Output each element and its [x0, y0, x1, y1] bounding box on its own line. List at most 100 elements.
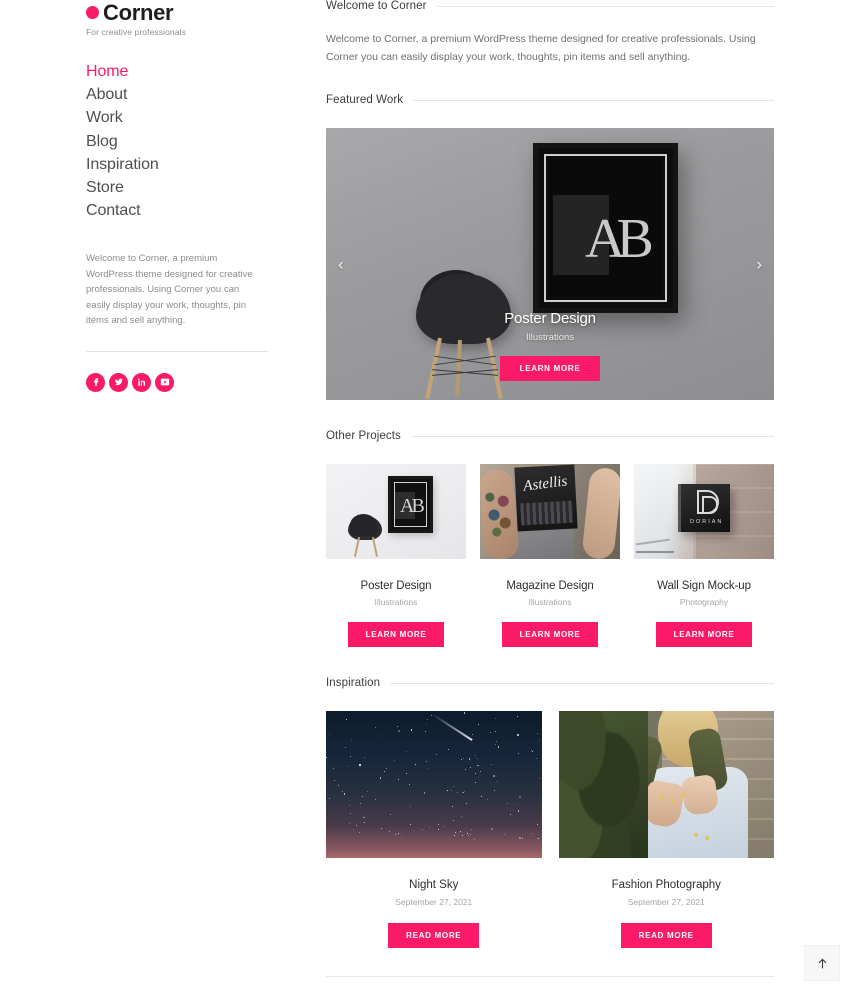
inspiration-thumbnail-fashion-photography[interactable]: [558, 711, 774, 858]
star-dot: [489, 731, 491, 733]
slide-learn-more-button[interactable]: LEARN MORE: [499, 356, 601, 381]
project-thumbnail-wall-sign-mockup[interactable]: DORIAN: [634, 464, 774, 559]
star-dot: [425, 731, 427, 733]
star-dot: [519, 796, 521, 798]
star-dot: [397, 833, 399, 835]
star-dot: [461, 792, 463, 794]
arrow-up-icon: [818, 958, 826, 968]
project-title: Poster Design: [360, 580, 432, 592]
star-dot: [486, 798, 488, 800]
star-dot: [374, 726, 376, 728]
star-dot: [461, 834, 463, 836]
star-dot: [364, 757, 366, 759]
star-dot: [493, 775, 495, 777]
star-dot: [473, 839, 475, 841]
site-logo[interactable]: Corner: [86, 2, 268, 24]
sidebar-item-work[interactable]: Work: [86, 106, 268, 129]
star-dot: [491, 763, 493, 765]
star-dot: [494, 718, 496, 720]
scroll-to-top-button[interactable]: [804, 945, 840, 981]
project-thumbnail-poster-design[interactable]: AB: [326, 464, 466, 559]
star-dot: [363, 816, 365, 819]
star-dot: [470, 834, 472, 836]
slider-prev-icon[interactable]: ‹: [338, 256, 344, 273]
page-root: Corner For creative professionals Home A…: [0, 0, 852, 993]
star-dot: [451, 805, 453, 807]
sidebar-item-about[interactable]: About: [86, 83, 268, 106]
star-dot: [360, 802, 362, 804]
linkedin-icon[interactable]: [132, 372, 151, 392]
project-grid: AB Poster Design Illustrations LEARN MOR…: [326, 464, 774, 647]
star-dot: [517, 752, 519, 754]
star-dot: [348, 804, 350, 806]
project-card[interactable]: AB Poster Design Illustrations LEARN MOR…: [326, 464, 466, 647]
inspiration-card[interactable]: Fashion Photography September 27, 2021 R…: [558, 711, 774, 948]
star-dot: [472, 733, 474, 735]
star-dot: [421, 828, 423, 830]
sidebar-item-contact[interactable]: Contact: [86, 199, 268, 222]
star-dot: [343, 792, 346, 795]
project-learn-more-button[interactable]: LEARN MORE: [655, 622, 753, 647]
heading-rule: [413, 99, 774, 101]
star-dot: [455, 831, 457, 833]
project-category: Photography: [679, 597, 729, 607]
star-dot: [389, 814, 391, 816]
star-dot: [532, 751, 534, 753]
star-dot: [344, 747, 346, 749]
star-dot: [517, 734, 519, 736]
star-dot: [409, 806, 411, 808]
star-dot: [465, 769, 467, 771]
star-dot: [474, 773, 476, 775]
star-dot: [480, 770, 482, 772]
sidebar-item-store[interactable]: Store: [86, 176, 268, 199]
inspiration-thumbnail-night-sky[interactable]: [326, 711, 542, 858]
other-projects-section: Other Projects AB Poster Design Illustra…: [326, 430, 774, 647]
star-dot: [477, 757, 479, 759]
project-card[interactable]: DORIAN Wall Sign Mock-up Photography LEA…: [634, 464, 774, 647]
project-category: Illustrations: [528, 597, 572, 607]
welcome-section: Welcome to Corner Welcome to Corner, a p…: [326, 0, 774, 66]
star-dot: [350, 740, 352, 742]
star-dot: [461, 815, 463, 817]
star-dot: [452, 786, 454, 788]
star-dot: [381, 828, 383, 830]
star-dot: [328, 798, 330, 800]
star-dot: [396, 726, 398, 728]
brand-name: Corner: [103, 0, 174, 25]
star-dot: [490, 828, 493, 831]
inspiration-card[interactable]: Night Sky September 27, 2021 READ MORE: [326, 711, 542, 948]
slide-title: Poster Design: [504, 310, 596, 327]
inspiration-title: Fashion Photography: [611, 879, 721, 891]
magazine-cover-title: Astellis: [522, 473, 569, 495]
facebook-icon[interactable]: [86, 372, 105, 392]
star-dot: [345, 718, 347, 720]
slider-next-icon[interactable]: ›: [756, 256, 762, 273]
star-dot: [463, 712, 466, 714]
inspiration-section: Inspiration Night Sky September 27, 2021: [326, 677, 774, 948]
sidebar-item-blog[interactable]: Blog: [86, 130, 268, 153]
twitter-icon[interactable]: [109, 372, 128, 392]
star-dot: [337, 785, 339, 787]
star-dot: [504, 834, 506, 836]
inspiration-meta: Night Sky September 27, 2021: [326, 879, 542, 907]
star-dot: [530, 749, 532, 751]
inspiration-read-more-button[interactable]: READ MORE: [620, 923, 712, 948]
sidebar-item-inspiration[interactable]: Inspiration: [86, 153, 268, 176]
star-dot: [452, 820, 454, 822]
star-dot: [537, 733, 539, 735]
welcome-body: Welcome to Corner, a premium WordPress t…: [326, 33, 756, 63]
youtube-icon[interactable]: [155, 372, 174, 392]
star-dot: [388, 831, 390, 833]
star-dot: [350, 756, 352, 758]
project-learn-more-button[interactable]: LEARN MORE: [347, 622, 445, 647]
project-thumbnail-magazine-design[interactable]: Astellis: [480, 464, 620, 559]
star-dot: [496, 740, 498, 742]
featured-slider[interactable]: AB Poster Design Illustrations LEARN MOR…: [326, 128, 774, 400]
featured-work-section: Featured Work AB Poster Design Illustrat…: [326, 94, 774, 400]
inspiration-read-more-button[interactable]: READ MORE: [388, 923, 480, 948]
sidebar-item-home[interactable]: Home: [86, 60, 268, 83]
heading-rule: [410, 435, 774, 437]
project-learn-more-button[interactable]: LEARN MORE: [501, 622, 599, 647]
project-card[interactable]: Astellis Magazine Design Illustrations L…: [480, 464, 620, 647]
project-cta-wrap: LEARN MORE: [634, 622, 774, 647]
